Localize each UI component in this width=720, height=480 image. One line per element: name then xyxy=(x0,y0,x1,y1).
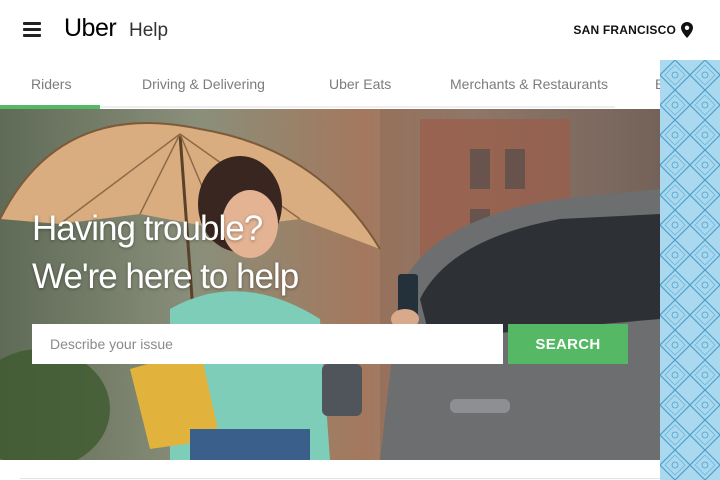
content-area xyxy=(0,460,660,480)
tab-riders[interactable]: Riders xyxy=(31,76,71,92)
category-tabs: Riders Driving & Delivering Uber Eats Me… xyxy=(0,60,720,109)
geometric-pattern-icon xyxy=(660,60,720,480)
city-selector[interactable]: SAN FRANCISCO xyxy=(573,23,676,37)
top-header: Uber Help SAN FRANCISCO xyxy=(0,0,720,60)
tab-track xyxy=(100,106,615,108)
hero-title: Having trouble? xyxy=(32,209,263,248)
tab-uber-eats[interactable]: Uber Eats xyxy=(329,76,391,92)
decorative-pattern xyxy=(660,60,720,480)
hero-banner: Having trouble? We're here to help SEARC… xyxy=(0,109,660,460)
help-label: Help xyxy=(129,20,169,41)
map-pin-icon[interactable] xyxy=(681,22,693,38)
hero-subtitle: We're here to help xyxy=(32,257,299,296)
search-button[interactable]: SEARCH xyxy=(508,324,628,364)
tab-driving-delivering[interactable]: Driving & Delivering xyxy=(142,76,265,92)
hamburger-menu-icon[interactable] xyxy=(23,22,41,37)
search-input[interactable] xyxy=(32,324,503,364)
uber-logo[interactable]: Uber xyxy=(64,14,117,43)
tab-merchants-restaurants[interactable]: Merchants & Restaurants xyxy=(450,76,608,92)
section-divider xyxy=(20,478,660,479)
